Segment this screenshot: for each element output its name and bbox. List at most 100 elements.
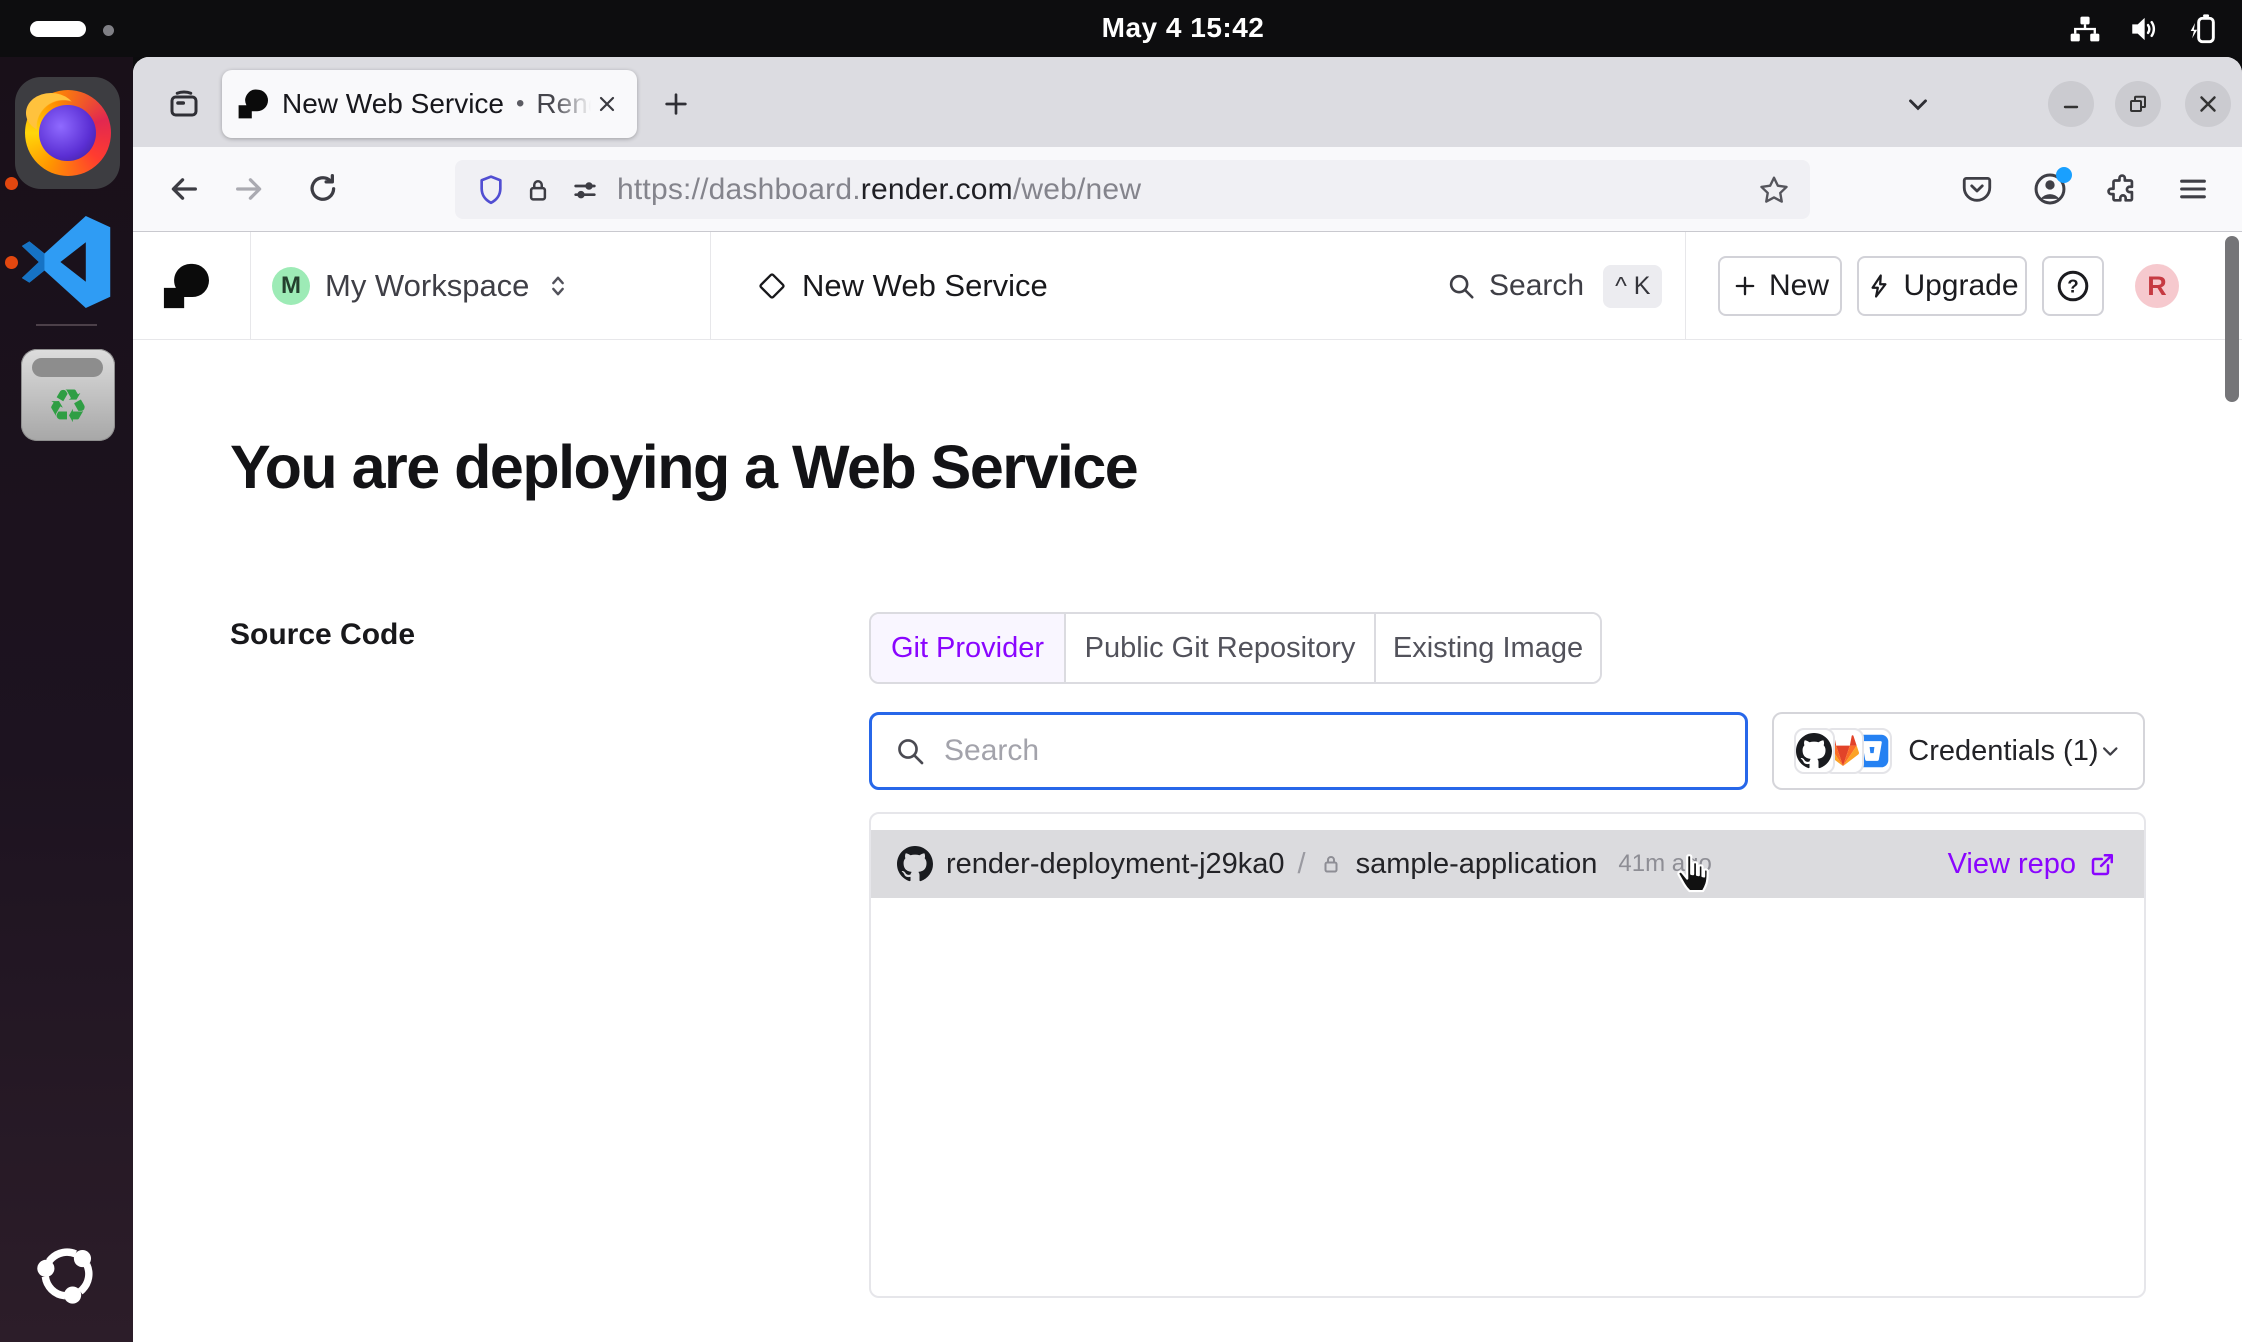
tab-close-button[interactable] [594, 87, 621, 121]
chevron-down-icon [1903, 89, 1933, 119]
page-title: New Web Service [802, 268, 1048, 304]
render-logo[interactable] [163, 263, 209, 309]
lock-icon [523, 175, 553, 205]
system-tray[interactable] [2068, 0, 2218, 57]
repo-search-input[interactable] [944, 734, 1723, 768]
source-tabs: Git Provider Public Git Repository Exist… [869, 612, 1602, 684]
workspace-selector[interactable]: M My Workspace [272, 232, 572, 340]
dock-vscode[interactable] [20, 215, 114, 314]
new-tab-button[interactable] [653, 81, 699, 127]
credentials-label: Credentials (1) [1908, 735, 2098, 768]
repo-search-field[interactable] [869, 712, 1748, 790]
plus-icon [1731, 272, 1759, 300]
firefox-window: New Web Service • Rend [133, 57, 2242, 1342]
external-link-icon [2088, 849, 2118, 879]
tab-git-provider[interactable]: Git Provider [871, 614, 1064, 682]
upgrade-button[interactable]: Upgrade [1857, 256, 2027, 316]
tab-bar: New Web Service • Rend [133, 57, 2242, 147]
activities-pill[interactable] [30, 21, 86, 37]
puzzle-icon [2105, 172, 2139, 206]
svg-text:?: ? [2067, 276, 2078, 297]
repo-list-panel: render-deployment-j29ka0 / sample-applic… [869, 812, 2146, 1298]
repo-row[interactable]: render-deployment-j29ka0 / sample-applic… [871, 830, 2144, 898]
repo-owner: render-deployment-j29ka0 [946, 848, 1285, 881]
tab-favicon-render-logo [238, 89, 268, 119]
firefox-icon [25, 90, 111, 176]
menu-button[interactable] [2171, 167, 2215, 211]
render-dashboard-page: M My Workspace New Web Service Search ^ … [133, 232, 2242, 1342]
forward-button[interactable] [227, 167, 271, 211]
pocket-button[interactable] [1955, 167, 1999, 211]
tab-existing-image[interactable]: Existing Image [1374, 614, 1600, 682]
trash-lid [32, 358, 103, 377]
user-avatar[interactable]: R [2135, 264, 2179, 308]
workspace-avatar: M [272, 267, 310, 305]
firefox-view-button[interactable] [161, 80, 207, 126]
system-clock[interactable]: May 4 15:42 [1058, 12, 1308, 44]
credentials-dropdown[interactable]: Credentials (1) [1772, 712, 2145, 790]
github-icon [1794, 728, 1835, 774]
dock-divider [36, 324, 97, 326]
github-icon [897, 846, 933, 882]
bookmark-star-button[interactable] [1758, 174, 1790, 206]
window-restore-button[interactable] [2115, 81, 2161, 127]
volume-icon [2128, 14, 2160, 44]
firefox-running-indicator [5, 177, 18, 190]
minimize-icon [2059, 92, 2083, 116]
reload-button[interactable] [301, 167, 345, 211]
url-text: https://dashboard.render.com/web/new [617, 173, 1141, 207]
dock-show-apps-ubuntu[interactable] [28, 1235, 106, 1318]
search-label: Search [1489, 269, 1584, 303]
dock-trash[interactable]: ♻ [21, 349, 115, 441]
back-button[interactable] [162, 167, 206, 211]
help-button[interactable]: ? [2042, 256, 2104, 316]
header-divider [250, 232, 251, 340]
extensions-button[interactable] [2100, 167, 2144, 211]
vscode-running-indicator [5, 256, 18, 269]
question-circle-icon: ? [2055, 268, 2091, 304]
list-all-tabs-button[interactable] [1895, 81, 1941, 127]
tab-title: New Web Service [282, 88, 504, 120]
chevron-up-down-icon [544, 272, 572, 300]
dock: ♻ [0, 57, 133, 1342]
page-heading: You are deploying a Web Service [230, 432, 1137, 502]
restore-icon [2126, 92, 2150, 116]
workspace-indicator-dot [103, 25, 114, 36]
vscode-icon [20, 215, 114, 309]
browser-tab[interactable]: New Web Service • Rend [222, 70, 637, 138]
reload-icon [306, 172, 340, 206]
chevron-down-icon [2098, 737, 2123, 765]
hamburger-icon [2176, 172, 2210, 206]
repo-name: sample-application [1356, 848, 1598, 881]
dashboard-header: M My Workspace New Web Service Search ^ … [133, 232, 2242, 340]
back-arrow-icon [167, 172, 201, 206]
window-minimize-button[interactable] [2048, 81, 2094, 127]
url-bar[interactable]: https://dashboard.render.com/web/new [455, 160, 1810, 219]
repo-separator: / [1298, 848, 1306, 881]
global-search-button[interactable]: Search ^ K [1446, 232, 1662, 340]
page-title-group: New Web Service [758, 232, 1048, 340]
tab-title-separator: • [516, 90, 524, 118]
star-icon [1758, 174, 1790, 206]
header-divider [1685, 232, 1686, 340]
desktop: May 4 15:42 ♻ [0, 0, 2242, 1342]
bolt-icon [1865, 272, 1893, 300]
search-icon [894, 735, 926, 767]
account-button[interactable] [2028, 167, 2072, 211]
search-shortcut-badge: ^ K [1603, 265, 1662, 308]
cursor-pointer [1670, 850, 1720, 904]
tab-public-git-repository[interactable]: Public Git Repository [1064, 614, 1374, 682]
diamond-icon [758, 272, 786, 300]
tracking-protection-shield-icon [475, 174, 507, 206]
page-scrollbar-thumb[interactable] [2225, 236, 2239, 402]
view-repo-link[interactable]: View repo [1948, 848, 2118, 881]
dock-firefox[interactable] [15, 77, 120, 189]
ubuntu-logo-icon [28, 1235, 106, 1313]
account-notification-dot [2056, 167, 2072, 183]
battery-charging-icon [2186, 13, 2218, 45]
new-button[interactable]: New [1718, 256, 1842, 316]
close-icon [2195, 91, 2221, 117]
search-icon [1446, 271, 1476, 301]
navigation-toolbar: https://dashboard.render.com/web/new [133, 147, 2242, 232]
window-close-button[interactable] [2185, 81, 2231, 127]
